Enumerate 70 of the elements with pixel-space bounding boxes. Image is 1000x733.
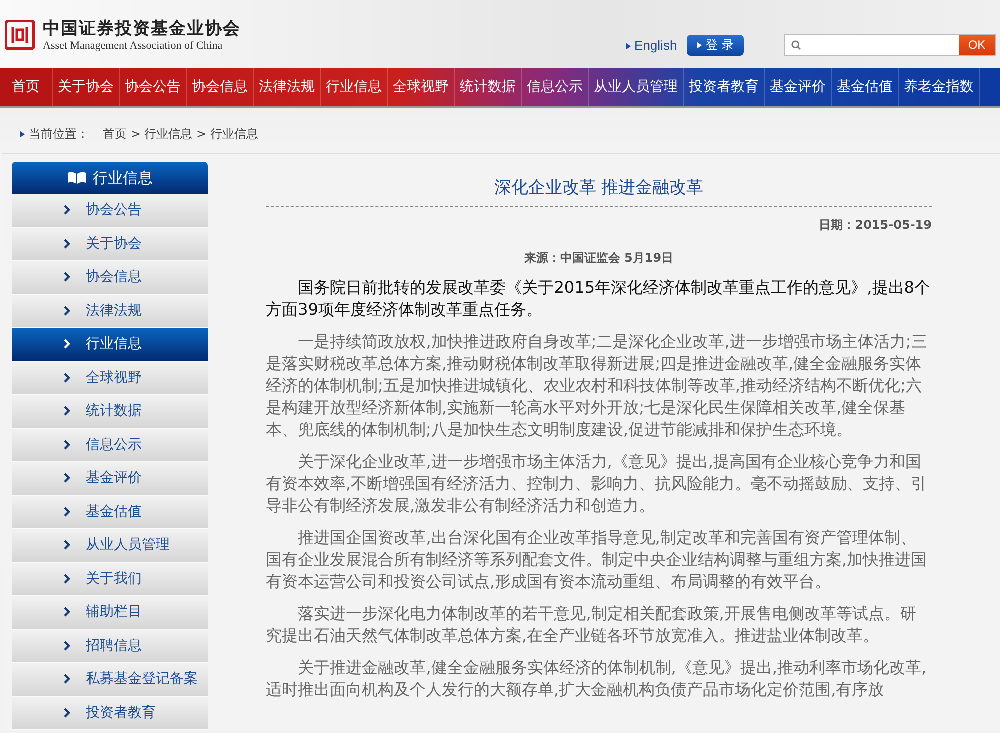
article-paragraph: 一是持续简政放权,加快推进政府自身改革;二是深化企业改革,进一步增强市场主体活力;三是落实财税改革总体方案,推动财税体制改革取得新进展;四是推进金融改革,健全金融服务实体经济的体制机制;五是加快推进城镇化、农业农村和科技体制等改革,推动经济结构不断优化;六是构建开放型经济新体制,实施新一轮高水平对外开放;七是深化民生保障相关改革,健全保基本、兜底线的体制机制;八是加快生态文明制度建设,促进节能减排和保护生态环境。 [266,331,928,441]
article-date: 日期：2015-05-19 [819,218,932,232]
sidebar-item[interactable]: 全球视野 [12,362,208,395]
sidebar-item[interactable]: 私募基金登记备案 [12,663,208,696]
breadcrumb-label: 当前位置： [29,126,89,143]
triangle-icon [20,131,25,138]
chevron-icon [64,640,70,651]
logo-subtitle: Asset Management Association of China [43,40,224,52]
sidebar-header: 行业信息 [12,162,208,194]
sidebar-item[interactable]: 关于协会 [12,228,208,261]
nav-item[interactable]: 养老金指数 [899,68,980,106]
sidebar-item[interactable]: 协会信息 [12,261,208,294]
article-source: 来源：中国证监会 5月19日 [524,251,674,265]
sidebar-item[interactable]: 基金评价 [12,462,208,496]
article-paragraph: 国务院日前批转的发展改革委《关于2015年深化经济体制改革重点工作的意见》,提出8个方面39项年度经济体制改革重点任务。 [266,277,932,321]
chevron-icon [64,506,70,517]
chevron-icon [64,339,70,350]
article-paragraph: 落实进一步深化电力体制改革的若干意见,制定相关配套政策,开展售电侧改革等试点。研究提出石油天然气体制改革总体方案,在全产业链各环节放宽准入。推进盐业体制改革。 [266,603,918,647]
sidebar-item[interactable]: 协会公告 [12,194,208,228]
nav-item[interactable]: 行业信息 [321,68,388,106]
search-icon [791,40,802,50]
sidebar-item[interactable]: 投资者教育 [12,696,208,730]
chevron-icon [64,473,70,484]
nav-item[interactable]: 从业人员管理 [589,68,684,106]
article-paragraph: 推进国企国资改革,出台深化国有企业改革指导意见,制定改革和完善国有资产管理体制、国有企业发展混合所有制经济等系列配套文件。制定中央企业结构调整与重组方案,加快推进国有资本运营公司和投资公司试点,形成国有资本流动重组、布局调整的有效平台。 [266,527,928,593]
triangle-icon [626,42,631,50]
nav-item[interactable]: 投资者教育 [684,68,765,106]
sidebar-item[interactable]: 统计数据 [12,395,208,428]
chevron-icon [64,708,70,718]
chevron-icon [64,540,70,550]
article-paragraph: 关于深化企业改革,进一步增强市场主体活力,《意见》提出,提高国有企业核心竞争力和国有资本效率,不断增强国有经济活力、控制力、影响力、抗风险能力。毫不动摇鼓励、支持、引导非公有制经济发展,激发非公有制经济活力和创造力。 [266,451,928,517]
nav-item[interactable]: 首页 [0,68,53,106]
sidebar-item[interactable]: 信息公示 [12,428,208,462]
sidebar-item[interactable]: 法律法规 [12,294,208,328]
article-paragraph: 关于推进金融改革,健全金融服务实体经济的体制机制,《意见》提出,推动利率市场化改革,适时推出面向机构及个人发行的大额存单,扩大金融机构负债产品市场化定价范围,有序放 [266,657,928,701]
nav-item[interactable]: 基金评价 [765,68,832,106]
article-title: 深化企业改革 推进金融改革 [493,177,705,200]
sidebar-item[interactable]: 基金估值 [12,496,208,529]
book-icon [67,171,87,185]
triangle-icon [697,42,702,48]
chevron-icon [64,574,70,584]
sidebar-item[interactable]: 招聘信息 [12,630,208,663]
chevron-icon [64,272,70,282]
nav-item[interactable]: 协会信息 [187,68,254,106]
sidebar-item[interactable]: 行业信息 [12,328,208,362]
chevron-icon [64,440,70,450]
chevron-icon [64,306,70,316]
sidebar-item[interactable]: 关于我们 [12,562,208,596]
nav-item[interactable]: 协会公告 [120,68,187,106]
search-field[interactable]: OK [784,34,996,56]
sidebar-item[interactable]: 从业人员管理 [12,529,208,562]
logo-title: 中国证券投资基金业协会 [43,18,241,40]
nav-item[interactable]: 全球视野 [388,68,455,106]
breadcrumb-path: 首页 > 行业信息 > 行业信息 [103,126,258,143]
chevron-icon [64,406,70,416]
chevron-icon [64,238,70,249]
search-button[interactable]: OK [959,35,995,55]
sidebar-item[interactable]: 辅助栏目 [12,596,208,630]
chevron-icon [64,205,70,216]
nav-item[interactable]: 信息公示 [522,68,589,106]
logo-icon [5,20,35,50]
chevron-icon [64,607,70,618]
chevron-icon [64,674,70,684]
nav-item[interactable]: 统计数据 [455,68,522,106]
nav-item[interactable]: 基金估值 [832,68,899,106]
nav-item[interactable]: 法律法规 [254,68,321,106]
english-link[interactable]: English [626,38,678,52]
login-button[interactable]: 登 录 [687,34,744,56]
nav-item[interactable]: 关于协会 [53,68,120,106]
chevron-icon [64,372,70,383]
